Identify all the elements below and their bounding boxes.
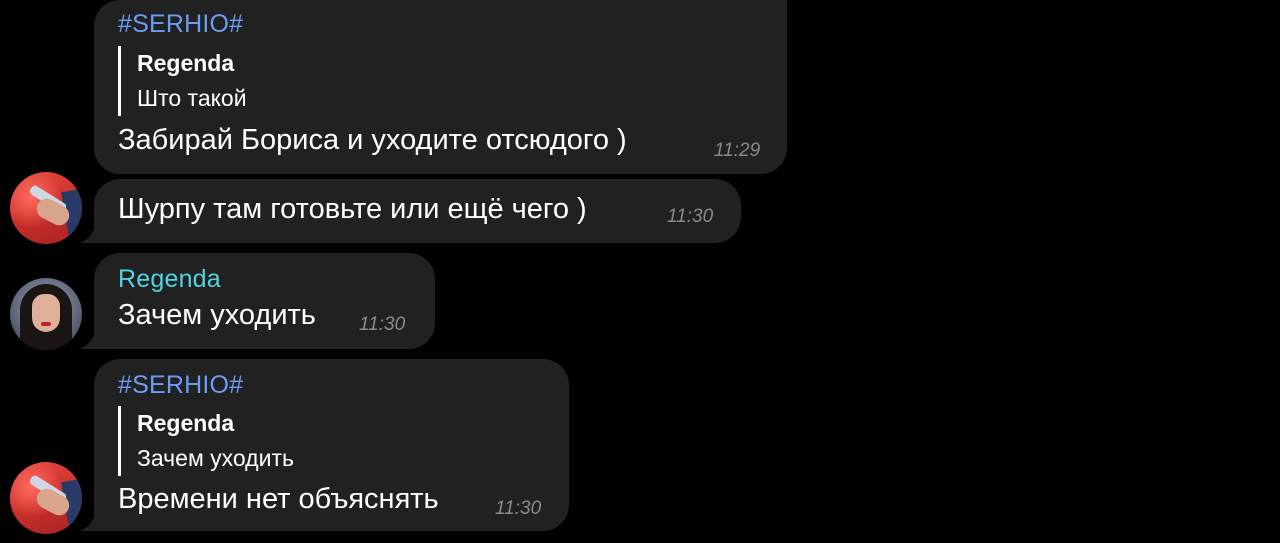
message-bubble[interactable]: #SERHIO# Regenda Што такой Забирай Борис…	[94, 0, 787, 174]
reply-quote[interactable]: Regenda Зачем уходить	[118, 406, 294, 476]
reply-author: Regenda	[137, 50, 235, 76]
reply-author: Regenda	[137, 410, 235, 436]
message-text: Времени нет объяснять	[118, 483, 439, 515]
message-bubble[interactable]: #SERHIO# Regenda Зачем уходить Времени н…	[94, 359, 569, 531]
avatar[interactable]	[10, 462, 82, 534]
sender-name[interactable]: #SERHIO#	[118, 371, 243, 400]
message-time: 11:30	[495, 498, 542, 519]
reply-quote[interactable]: Regenda Што такой	[118, 46, 247, 116]
message-time: 11:29	[714, 140, 761, 161]
message-text: Забирай Бориса и уходите отсюдого )	[118, 124, 627, 156]
message-bubble[interactable]: Шурпу там готовьте или ещё чего ) 11:30	[94, 179, 741, 243]
reply-text: Што такой	[137, 85, 247, 111]
message-text: Зачем уходить	[118, 299, 316, 331]
sender-name[interactable]: Regenda	[118, 265, 221, 294]
message-bubble[interactable]: Regenda Зачем уходить 11:30	[94, 253, 435, 349]
message-time: 11:30	[667, 206, 714, 227]
reply-text: Зачем уходить	[137, 445, 294, 471]
chat-messages: #SERHIO# Regenda Што такой Забирай Борис…	[0, 0, 1280, 543]
message-time: 11:30	[359, 314, 406, 335]
avatar[interactable]	[10, 278, 82, 350]
sender-name[interactable]: #SERHIO#	[118, 10, 243, 39]
avatar[interactable]	[10, 172, 82, 244]
message-text: Шурпу там готовьте или ещё чего )	[118, 193, 587, 225]
